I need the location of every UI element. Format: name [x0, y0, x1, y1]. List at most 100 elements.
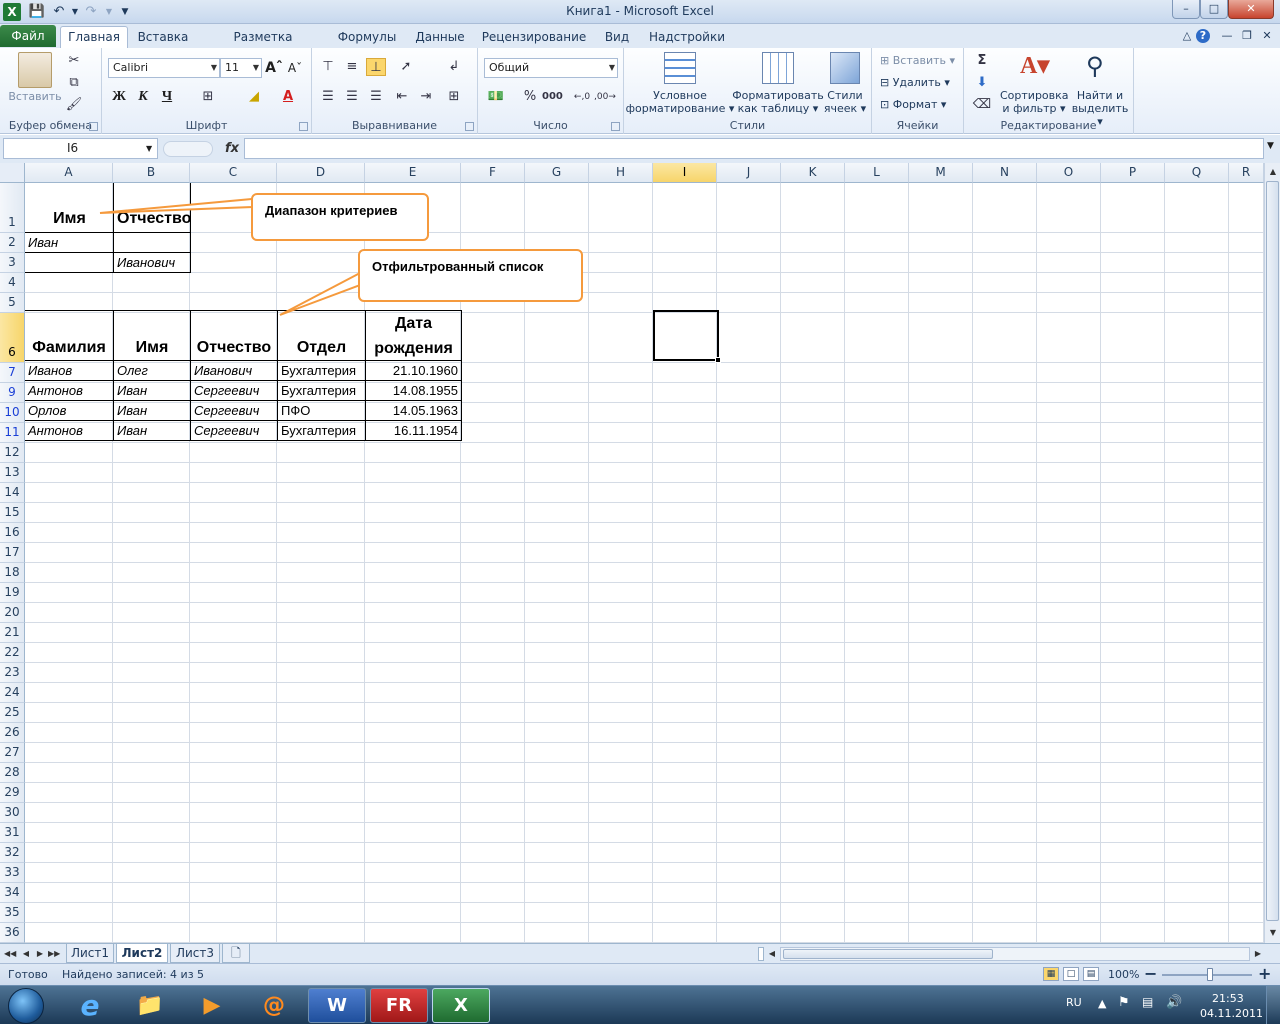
tab-addins[interactable]: Надстройки: [646, 28, 728, 48]
page-layout-view-icon[interactable]: □: [1063, 967, 1079, 981]
zoom-out-button[interactable]: −: [1144, 964, 1157, 983]
doc-close-icon[interactable]: ✕: [1260, 29, 1274, 43]
sort-filter-icon[interactable]: A▾: [1020, 54, 1049, 78]
orientation-icon[interactable]: ➚: [396, 58, 416, 76]
conditional-formatting-button[interactable]: Условное форматирование ▾: [624, 89, 736, 115]
borders-icon[interactable]: ⊞: [198, 88, 218, 106]
scroll-left-icon[interactable]: ◀: [766, 947, 778, 961]
formula-input[interactable]: [244, 138, 1264, 159]
name-box[interactable]: I6: [3, 138, 158, 159]
decrease-decimal-icon[interactable]: ,00→: [594, 88, 616, 106]
tab-review[interactable]: Рецензирование: [480, 28, 588, 48]
start-button[interactable]: [8, 988, 44, 1024]
sheet-tab-2[interactable]: Лист2: [116, 944, 168, 963]
percent-button[interactable]: %: [520, 88, 540, 106]
word-taskbar-button[interactable]: W: [308, 988, 366, 1023]
tab-formulas[interactable]: Формулы: [334, 28, 400, 48]
action-center-flag-icon[interactable]: ⚑: [1118, 995, 1130, 1010]
thousands-button[interactable]: 000: [542, 88, 563, 106]
tab-file[interactable]: Файл: [0, 25, 56, 47]
formula-bar-grip[interactable]: [163, 141, 213, 157]
tray-expand-icon[interactable]: ▲: [1098, 997, 1106, 1010]
increase-indent-icon[interactable]: ⇥: [416, 88, 436, 106]
tab-view[interactable]: Вид: [598, 28, 636, 48]
zoom-in-button[interactable]: +: [1258, 964, 1271, 983]
media-player-icon[interactable]: ▶: [192, 990, 232, 1022]
sort-filter-button[interactable]: Сортировка и фильтр ▾: [1000, 89, 1069, 115]
font-color-icon[interactable]: A: [278, 88, 298, 106]
minimize-button[interactable]: –: [1172, 0, 1200, 19]
show-desktop-button[interactable]: [1266, 986, 1280, 1024]
format-cells-button[interactable]: ⊡ Формат ▾: [880, 98, 946, 111]
tab-home[interactable]: Главная: [60, 26, 128, 48]
grow-font-icon[interactable]: Aˆ: [265, 59, 283, 77]
doc-restore-icon[interactable]: ❐: [1240, 29, 1254, 43]
network-icon[interactable]: ▤: [1142, 995, 1153, 1009]
copy-icon[interactable]: ⧉: [64, 74, 84, 92]
mail-agent-icon[interactable]: @: [254, 990, 294, 1022]
decrease-indent-icon[interactable]: ⇤: [392, 88, 412, 106]
excel-taskbar-button[interactable]: X: [432, 988, 490, 1023]
alignment-launcher-icon[interactable]: [465, 122, 474, 131]
paste-button[interactable]: Вставить: [4, 90, 66, 103]
insert-sheet-icon[interactable]: 🗋: [222, 944, 250, 963]
format-as-table-button[interactable]: Форматировать как таблицу ▾: [732, 89, 824, 115]
merge-center-icon[interactable]: ⊞: [444, 88, 464, 106]
worksheet-grid[interactable]: ABCDEFGHIJKLMNOPQR 1 2 3 4 5 6 7 9 10 11 12 13 14 15 1…: [0, 163, 1264, 943]
last-sheet-icon[interactable]: ▶▶: [48, 947, 60, 961]
tab-data[interactable]: Данные: [410, 28, 470, 48]
find-select-icon[interactable]: ⚲: [1086, 54, 1104, 78]
delete-cells-button[interactable]: ⊟ Удалить ▾: [880, 76, 950, 89]
help-icon[interactable]: ?: [1196, 29, 1210, 43]
insert-function-button[interactable]: fx: [225, 141, 239, 156]
align-middle-icon[interactable]: ≡: [342, 58, 362, 76]
align-top-icon[interactable]: ⊤: [318, 58, 338, 76]
font-launcher-icon[interactable]: [299, 122, 308, 131]
language-indicator[interactable]: RU: [1066, 996, 1082, 1009]
doc-minimize-icon[interactable]: —: [1220, 29, 1234, 43]
increase-decimal-icon[interactable]: ←,0: [572, 88, 592, 106]
shrink-font-icon[interactable]: Aˇ: [286, 59, 304, 77]
number-format-combo[interactable]: Общий ▼: [484, 58, 618, 78]
align-bottom-icon[interactable]: ⊥: [366, 58, 386, 76]
prev-sheet-icon[interactable]: ◀: [20, 947, 32, 961]
expand-formula-icon[interactable]: ▼: [1267, 141, 1274, 151]
bold-button[interactable]: Ж: [110, 88, 128, 106]
horizontal-scroll-thumb[interactable]: [783, 949, 993, 959]
cell-styles-button[interactable]: Стили ячеек ▾: [822, 89, 868, 115]
zoom-slider-knob[interactable]: [1207, 968, 1213, 981]
cell-styles-icon[interactable]: [830, 52, 860, 84]
tab-split-handle[interactable]: [758, 947, 764, 961]
sheet-tab-1[interactable]: Лист1: [66, 944, 114, 963]
explorer-folder-icon[interactable]: 📁: [130, 990, 170, 1022]
font-size-combo[interactable]: 11 ▼: [220, 58, 262, 78]
fill-icon[interactable]: ⬇: [972, 74, 992, 92]
volume-icon[interactable]: 🔊: [1166, 995, 1182, 1010]
number-launcher-icon[interactable]: [611, 122, 620, 131]
clear-icon[interactable]: ⌫: [972, 96, 992, 114]
underline-button[interactable]: Ч: [158, 88, 176, 106]
tab-insert[interactable]: Вставка: [134, 28, 192, 48]
close-button[interactable]: ✕: [1228, 0, 1274, 19]
align-left-icon[interactable]: ☰: [318, 88, 338, 106]
finereader-taskbar-button[interactable]: FR: [370, 988, 428, 1023]
scroll-right-icon[interactable]: ▶: [1252, 947, 1264, 961]
vertical-scrollbar[interactable]: ▲ ▼: [1264, 163, 1280, 943]
font-name-combo[interactable]: Calibri ▼: [108, 58, 220, 78]
insert-cells-button[interactable]: ⊞ Вставить ▾: [880, 54, 955, 67]
horizontal-scrollbar[interactable]: [780, 947, 1250, 961]
minimize-ribbon-icon[interactable]: △: [1180, 29, 1194, 43]
scroll-down-icon[interactable]: ▼: [1267, 927, 1279, 939]
internet-explorer-icon[interactable]: e: [70, 990, 110, 1022]
name-box-dropdown-icon[interactable]: ▼: [146, 144, 152, 153]
next-sheet-icon[interactable]: ▶: [34, 947, 46, 961]
wrap-text-icon[interactable]: ↲: [444, 58, 464, 76]
clipboard-launcher-icon[interactable]: [89, 122, 98, 131]
tab-page-layout[interactable]: Разметка страницы: [204, 28, 322, 62]
page-break-view-icon[interactable]: ▤: [1083, 967, 1099, 981]
fill-color-icon[interactable]: ◢: [244, 88, 264, 106]
italic-button[interactable]: К: [134, 88, 152, 106]
cut-icon[interactable]: ✂: [64, 52, 84, 70]
align-right-icon[interactable]: ☰: [366, 88, 386, 106]
normal-view-icon[interactable]: ▦: [1043, 967, 1059, 981]
